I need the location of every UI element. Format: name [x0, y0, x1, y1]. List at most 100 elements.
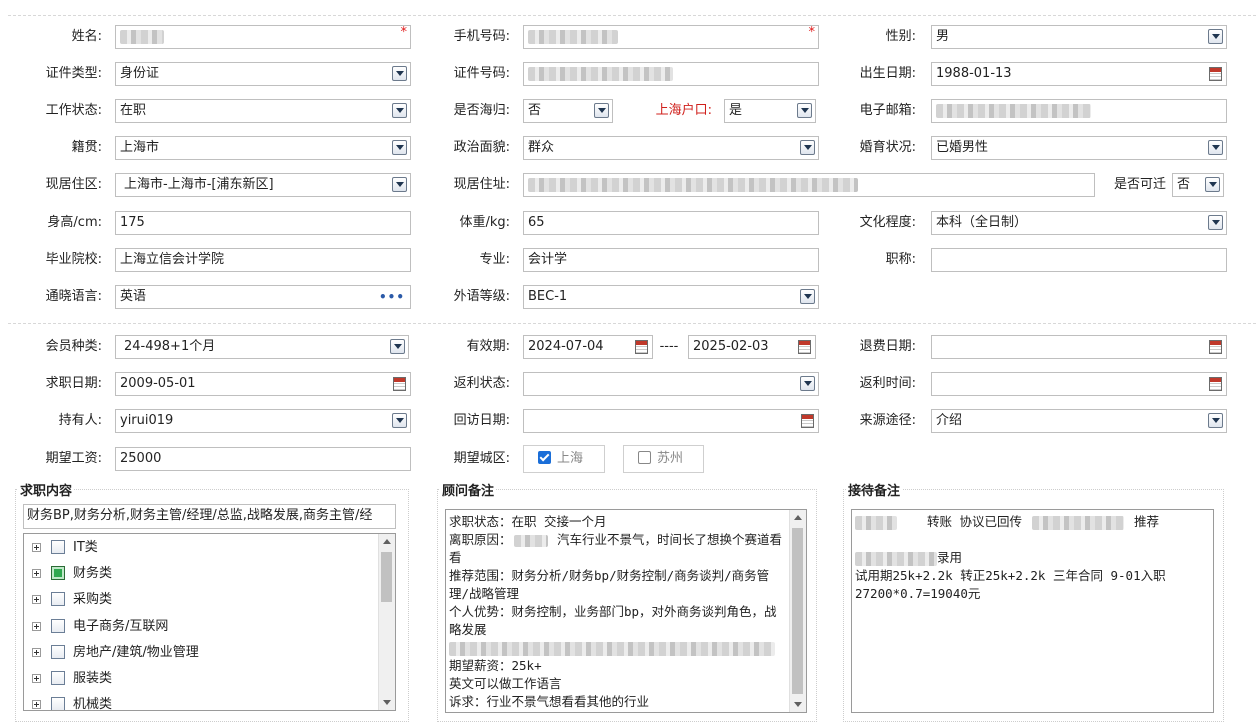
- expand-icon[interactable]: [32, 674, 41, 683]
- chevron-down-icon[interactable]: [392, 413, 407, 428]
- lang-level-select[interactable]: BEC-1: [523, 285, 819, 309]
- tree-item-machinery[interactable]: 机械类: [32, 692, 112, 710]
- chevron-down-icon[interactable]: [392, 177, 407, 192]
- calendar-icon[interactable]: [798, 340, 811, 354]
- tree-item-finance[interactable]: 财务类: [32, 561, 112, 587]
- source-select[interactable]: 介绍: [931, 409, 1227, 433]
- title-input[interactable]: [931, 248, 1227, 272]
- job-category-tree[interactable]: IT类 财务类 采购类 电子商务/互联网 房地产/建筑/物业管理 服装类 机械类: [23, 533, 396, 711]
- tree-item-apparel[interactable]: 服装类: [32, 666, 112, 692]
- visit-date-input[interactable]: [523, 409, 819, 433]
- job-content-summary[interactable]: 财务BP,财务分析,财务主管/经理/总监,战略发展,商务主管/经: [23, 504, 396, 529]
- validity-end-input[interactable]: 2025-02-03: [688, 335, 816, 359]
- name-input[interactable]: *: [115, 25, 411, 49]
- tree-item-realestate[interactable]: 房地产/建筑/物业管理: [32, 640, 199, 666]
- phone-input[interactable]: *: [523, 25, 819, 49]
- scroll-up-icon[interactable]: [794, 515, 802, 520]
- calendar-icon[interactable]: [1209, 377, 1222, 391]
- more-icon[interactable]: •••: [379, 286, 405, 308]
- residence-area-select[interactable]: 上海市-上海市-[浦东新区]: [115, 173, 411, 197]
- checkbox-icon[interactable]: [51, 671, 65, 685]
- id-no-input[interactable]: [523, 62, 819, 86]
- chevron-down-icon[interactable]: [390, 339, 405, 354]
- checkbox-partial-icon[interactable]: [51, 566, 65, 580]
- checkbox-icon[interactable]: [51, 592, 65, 606]
- height-input[interactable]: 175: [115, 211, 411, 235]
- chevron-down-icon[interactable]: [1208, 140, 1223, 155]
- refund-date-input[interactable]: [931, 335, 1227, 359]
- notes-scrollbar[interactable]: [789, 510, 806, 712]
- calendar-icon[interactable]: [801, 414, 814, 428]
- relocate-select[interactable]: 否: [1172, 173, 1224, 197]
- hukou-select[interactable]: 是: [724, 99, 816, 123]
- residence-addr-input[interactable]: [523, 173, 1095, 197]
- checkbox-icon[interactable]: [638, 451, 651, 464]
- chevron-down-icon[interactable]: [800, 140, 815, 155]
- title-label: 职称:: [885, 252, 916, 267]
- tree-item-ecommerce[interactable]: 电子商务/互联网: [32, 614, 168, 640]
- rebate-status-select[interactable]: [523, 372, 819, 396]
- phone-label: 手机号码:: [453, 29, 510, 44]
- validity-start-input[interactable]: 2024-07-04: [523, 335, 653, 359]
- chevron-down-icon[interactable]: [800, 376, 815, 391]
- scroll-down-icon[interactable]: [383, 700, 391, 705]
- job-date-input[interactable]: 2009-05-01: [115, 372, 411, 396]
- holder-select[interactable]: yirui019: [115, 409, 411, 433]
- city-option-shanghai[interactable]: 上海: [523, 445, 605, 473]
- chevron-down-icon[interactable]: [594, 103, 609, 118]
- chevron-down-icon[interactable]: [800, 289, 815, 304]
- advisor-notes-textarea[interactable]: 求职状态：在职 交接一个月 离职原因： 汽车行业不景气，时间长了想换个赛道看看 …: [445, 509, 807, 713]
- checkbox-icon[interactable]: [51, 540, 65, 554]
- chevron-down-icon[interactable]: [392, 103, 407, 118]
- political-value: 群众: [528, 140, 555, 155]
- checkbox-icon[interactable]: [51, 619, 65, 633]
- advisor-notes-legend: 顾问备注: [442, 484, 495, 499]
- calendar-icon[interactable]: [635, 340, 648, 354]
- tree-item-purchase[interactable]: 采购类: [32, 587, 112, 613]
- birth-date-input[interactable]: 1988-01-13: [931, 62, 1227, 86]
- school-input[interactable]: 上海立信会计学院: [115, 248, 411, 272]
- email-input[interactable]: [931, 99, 1227, 123]
- returnee-select[interactable]: 否: [523, 99, 613, 123]
- work-status-select[interactable]: 在职: [115, 99, 411, 123]
- chevron-down-icon[interactable]: [1208, 29, 1223, 44]
- member-type-select[interactable]: 24-498+1个月: [115, 335, 409, 359]
- salary-input[interactable]: 25000: [115, 447, 411, 471]
- calendar-icon[interactable]: [393, 377, 406, 391]
- chevron-down-icon[interactable]: [392, 66, 407, 81]
- scroll-thumb[interactable]: [381, 552, 392, 602]
- chevron-down-icon[interactable]: [1208, 215, 1223, 230]
- checkbox-checked-icon[interactable]: [538, 451, 551, 464]
- weight-input[interactable]: 65: [523, 211, 819, 235]
- scroll-thumb[interactable]: [792, 528, 803, 694]
- major-input[interactable]: 会计学: [523, 248, 819, 272]
- chevron-down-icon[interactable]: [392, 140, 407, 155]
- expand-icon[interactable]: [32, 543, 41, 552]
- tree-scrollbar[interactable]: [378, 534, 395, 710]
- expand-icon[interactable]: [32, 622, 41, 631]
- id-type-select[interactable]: 身份证: [115, 62, 411, 86]
- marital-select[interactable]: 已婚男性: [931, 136, 1227, 160]
- city-option-suzhou[interactable]: 苏州: [623, 445, 704, 473]
- expand-icon[interactable]: [32, 700, 41, 709]
- rebate-time-input[interactable]: [931, 372, 1227, 396]
- language-picker[interactable]: 英语 •••: [115, 285, 411, 309]
- political-select[interactable]: 群众: [523, 136, 819, 160]
- scroll-down-icon[interactable]: [794, 702, 802, 707]
- chevron-down-icon[interactable]: [1208, 413, 1223, 428]
- tree-item-it[interactable]: IT类: [32, 535, 98, 561]
- checkbox-icon[interactable]: [51, 645, 65, 659]
- expand-icon[interactable]: [32, 569, 41, 578]
- reception-notes-textarea[interactable]: 转账 协议已回传 推荐 录用 试用期25k+2.2k 转正25k+2.2k 三年合…: [851, 509, 1214, 713]
- gender-select[interactable]: 男: [931, 25, 1227, 49]
- chevron-down-icon[interactable]: [1205, 177, 1220, 192]
- expand-icon[interactable]: [32, 648, 41, 657]
- expand-icon[interactable]: [32, 595, 41, 604]
- scroll-up-icon[interactable]: [383, 539, 391, 544]
- checkbox-icon[interactable]: [51, 697, 65, 710]
- chevron-down-icon[interactable]: [797, 103, 812, 118]
- calendar-icon[interactable]: [1209, 67, 1222, 81]
- education-select[interactable]: 本科（全日制）: [931, 211, 1227, 235]
- calendar-icon[interactable]: [1209, 340, 1222, 354]
- native-select[interactable]: 上海市: [115, 136, 411, 160]
